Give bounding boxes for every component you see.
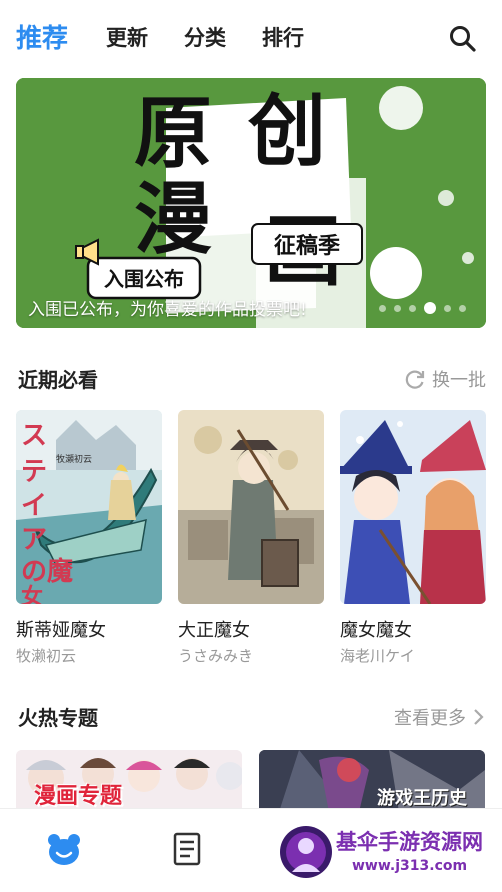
comic-card[interactable]: 魔女魔女 海老川ケイ [340, 410, 486, 666]
comic-card[interactable]: ス テ イ ア の魔 女 牧瀬初云 斯蒂娅魔女 牧濑初云 [16, 410, 162, 666]
carousel-dots[interactable] [379, 302, 466, 314]
promo-banner[interactable]: 原 创 漫 画 征稿季 入围公布 入围已公布，为你喜爱的作品投票吧! [16, 78, 486, 328]
svg-text:牧瀬初云: 牧瀬初云 [56, 453, 92, 465]
bear-home-icon [48, 834, 80, 865]
comic-cover[interactable] [340, 410, 486, 604]
svg-text:テ: テ [21, 457, 47, 487]
carousel-dot[interactable] [409, 304, 416, 312]
carousel-dot-active[interactable] [424, 302, 436, 314]
svg-text:女: 女 [21, 584, 43, 604]
svg-text:の魔: の魔 [21, 557, 73, 587]
tab-update[interactable]: 更新 [106, 22, 148, 52]
view-more-label: 查看更多 [394, 708, 466, 729]
banner-caption: 入围已公布，为你喜爱的作品投票吧! [28, 300, 307, 320]
comic-author: 海老川ケイ [340, 647, 415, 665]
svg-text:イ: イ [21, 491, 47, 521]
banner-char: 漫 [134, 175, 212, 265]
watermark-logo-icon [280, 826, 332, 878]
svg-text:ア: ア [21, 525, 47, 555]
topic-card[interactable]: 漫画专题 [16, 750, 242, 812]
refresh-label: 换一批 [432, 370, 486, 391]
banner-artwork: 原 创 漫 画 征稿季 入围公布 [16, 78, 486, 328]
chevron-right-icon [474, 709, 484, 725]
comic-title[interactable]: 魔女魔女 [340, 616, 486, 642]
site-watermark: 基伞手游资源网 www.j313.com [278, 820, 496, 884]
top-nav: 推荐 更新 分类 排行 [0, 0, 502, 78]
search-button[interactable] [448, 24, 478, 54]
book-list-icon [173, 832, 201, 866]
topic-card[interactable]: 游戏王历史 [259, 750, 485, 812]
watermark-title: 基伞手游资源网 [336, 830, 483, 854]
view-more-button[interactable]: 查看更多 [394, 704, 486, 730]
tab-category[interactable]: 分类 [184, 22, 226, 52]
watermark-url: www.j313.com [352, 858, 468, 874]
banner-char: 创 [248, 87, 326, 177]
comic-card[interactable]: 大正魔女 うさみみき [178, 410, 324, 666]
carousel-dot[interactable] [459, 304, 466, 312]
refresh-batch-button[interactable]: 换一批 [404, 366, 486, 392]
banner-tag: 征稿季 [274, 233, 340, 259]
bottom-nav-books[interactable] [170, 831, 206, 867]
tab-ranking[interactable]: 排行 [262, 22, 304, 52]
bottom-nav-home[interactable] [46, 831, 82, 867]
comic-cover[interactable]: ス テ イ ア の魔 女 牧瀬初云 [16, 410, 162, 604]
comic-author: 牧濑初云 [16, 647, 77, 665]
carousel-dot[interactable] [379, 304, 386, 312]
comic-cover[interactable] [178, 410, 324, 604]
comic-title[interactable]: 斯蒂娅魔女 [16, 616, 162, 642]
section-title-recent: 近期必看 [18, 368, 98, 392]
comic-author: うさみみき [178, 647, 254, 665]
cover-title-char: ス [21, 421, 47, 451]
carousel-dot[interactable] [444, 304, 451, 312]
tab-recommend[interactable]: 推荐 [16, 18, 68, 55]
topic-label: 游戏王历史 [377, 788, 467, 809]
section-title-hot: 火热专题 [18, 706, 98, 730]
topic-label: 漫画专题 [34, 784, 123, 809]
carousel-dot[interactable] [394, 304, 401, 312]
search-icon [450, 26, 476, 52]
banner-badge: 入围公布 [104, 267, 184, 291]
refresh-icon [405, 370, 425, 389]
comic-title[interactable]: 大正魔女 [178, 616, 324, 642]
banner-char: 原 [134, 89, 212, 179]
